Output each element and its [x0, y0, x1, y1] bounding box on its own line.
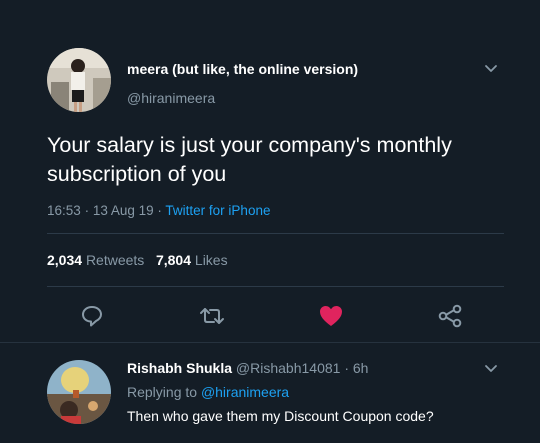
- reply-text: Then who gave them my Discount Coupon co…: [127, 408, 434, 424]
- divider: [47, 286, 504, 287]
- meta-separator: ·: [157, 203, 162, 218]
- meta-separator: ·: [84, 203, 90, 218]
- tweet-date: 13 Aug 19: [92, 203, 154, 218]
- replying-to-line: Replying to @hiranimeera: [127, 384, 289, 400]
- tweet-screen: meera (but like, the online version) @hi…: [0, 0, 540, 443]
- reply-age: 6h: [352, 360, 369, 376]
- replying-to-mention[interactable]: @hiranimeera: [201, 384, 289, 400]
- retweet-icon: [200, 308, 224, 324]
- divider: [47, 233, 504, 234]
- likes-label: Likes: [194, 252, 228, 268]
- chevron-down-icon[interactable]: [484, 64, 498, 74]
- retweets-stat[interactable]: 2,034 Retweets: [47, 252, 144, 268]
- tweet-text: Your salary is just your company's month…: [47, 133, 452, 186]
- reply-author-line: Rishabh Shukla @Rishabh14081 · 6h: [127, 360, 368, 376]
- replying-to-label: Replying to: [127, 384, 198, 400]
- author-name[interactable]: meera (but like, the online version): [127, 61, 358, 77]
- tweet-meta: 16:53 · 13 Aug 19 · Twitter for iPhone: [47, 203, 270, 218]
- tweet-time: 16:53: [47, 203, 81, 218]
- author-handle[interactable]: @hiranimeera: [127, 90, 215, 106]
- reply-author-avatar[interactable]: [47, 360, 111, 424]
- reply-button[interactable]: [79, 303, 105, 329]
- likes-stat[interactable]: 7,804 Likes: [156, 252, 228, 268]
- divider: [0, 342, 540, 343]
- like-button[interactable]: [318, 303, 344, 329]
- tweet-source-link[interactable]: Twitter for iPhone: [165, 203, 270, 218]
- tweet-stats: 2,034 Retweets 7,804 Likes: [47, 252, 228, 268]
- author-avatar[interactable]: [47, 48, 111, 112]
- reply-author-handle[interactable]: @Rishabh14081: [236, 360, 341, 376]
- likes-count: 7,804: [155, 252, 192, 268]
- retweet-button[interactable]: [199, 303, 225, 329]
- reply-icon: [82, 306, 102, 327]
- retweets-count: 2,034: [47, 252, 83, 268]
- share-button[interactable]: [437, 303, 463, 329]
- reply-separator: ·: [344, 360, 349, 376]
- reply-author-name[interactable]: Rishabh Shukla: [127, 360, 232, 376]
- share-icon: [438, 304, 462, 328]
- chevron-down-icon[interactable]: [484, 364, 498, 374]
- retweets-label: Retweets: [85, 252, 145, 268]
- heart-icon: [320, 306, 342, 326]
